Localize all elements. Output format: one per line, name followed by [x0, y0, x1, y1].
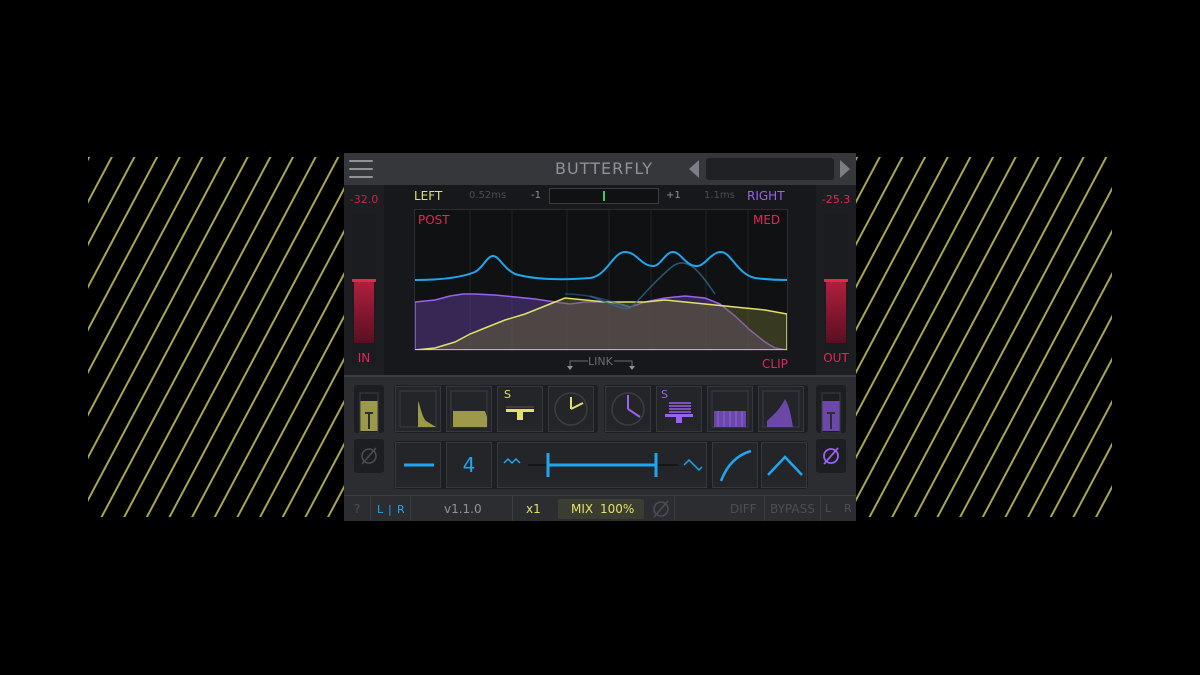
right-gain-slider-icon	[821, 392, 841, 434]
footer-divider	[674, 496, 675, 521]
input-meter-fill	[354, 281, 374, 343]
right-phase-invert[interactable]	[816, 439, 846, 473]
post-mode-label[interactable]: POST	[418, 213, 450, 227]
link-toggle[interactable]: LINK	[588, 355, 613, 368]
output-label: OUT	[823, 351, 849, 365]
right-gate-module[interactable]	[707, 386, 753, 432]
flat-line-icon	[404, 463, 434, 467]
channel-l-toggle[interactable]: L	[825, 502, 831, 515]
right-envelope-module[interactable]	[758, 386, 804, 432]
curve-shape-button[interactable]	[712, 442, 758, 488]
left-phase-invert-icon	[361, 447, 377, 465]
lr-left-toggle[interactable]: L	[377, 503, 383, 516]
right-solo-label: S	[661, 388, 668, 401]
envelope-shape-icon	[399, 390, 437, 428]
band-width-button[interactable]	[395, 442, 441, 488]
left-channel-gain[interactable]	[354, 385, 384, 434]
right-gate-shape-icon	[711, 390, 749, 428]
next-preset-icon[interactable]	[840, 160, 850, 178]
crossover-range-slider[interactable]	[497, 442, 707, 488]
bypass-toggle[interactable]: BYPASS	[770, 502, 815, 516]
previous-preset-icon[interactable]	[689, 160, 699, 178]
right-timing-module[interactable]	[605, 386, 651, 432]
footer-divider	[410, 496, 411, 521]
left-timing-module[interactable]	[548, 386, 594, 432]
footer-divider	[370, 496, 371, 521]
butterfly-plugin-window: BUTTERFLY -32.0 IN -25.3 OUT LEFT 0.52ms…	[344, 153, 856, 521]
version-label: v1.1.0	[444, 502, 482, 516]
footer-divider	[764, 496, 765, 521]
lr-right-toggle[interactable]: R	[397, 503, 405, 516]
right-phase-invert-icon	[823, 447, 839, 465]
curve-icon	[719, 449, 752, 482]
eq-spectrum-graph[interactable]	[414, 209, 788, 351]
module-area: S S 4	[344, 375, 856, 497]
band-count-selector[interactable]: 4	[446, 442, 492, 488]
peak-icon	[767, 455, 803, 476]
input-level-readout: -32.0	[349, 193, 379, 206]
right-solo-module[interactable]: S	[656, 386, 702, 432]
correlation-min-label: -1	[531, 190, 541, 201]
gate-shape-icon	[450, 390, 488, 428]
correlation-meter	[549, 188, 659, 204]
left-module-strip: S	[394, 385, 598, 433]
left-solo-label: S	[504, 388, 511, 401]
mix-value: 100%	[600, 502, 635, 516]
help-button[interactable]: ?	[354, 502, 360, 516]
oversample-selector[interactable]: x1	[526, 502, 541, 516]
right-channel-label[interactable]: RIGHT	[747, 189, 785, 203]
band-control-strip: 4	[394, 441, 808, 489]
title-bar: BUTTERFLY	[344, 153, 856, 185]
lr-separator: |	[388, 503, 392, 516]
right-stripe-decoration	[856, 157, 1112, 517]
footer-divider	[512, 496, 513, 521]
left-clock-icon	[554, 392, 588, 426]
right-delay-readout[interactable]: 1.1ms	[704, 190, 735, 201]
output-level-readout: -25.3	[821, 193, 851, 206]
global-phase-invert-icon[interactable]	[650, 499, 672, 519]
left-delay-readout[interactable]: 0.52ms	[469, 190, 506, 201]
right-clock-icon	[611, 392, 645, 426]
output-gain-handle[interactable]	[824, 279, 848, 282]
right-channel-gain[interactable]	[816, 385, 846, 434]
left-envelope-module[interactable]	[395, 386, 441, 432]
channel-r-toggle[interactable]: R	[844, 502, 852, 515]
output-meter-fill	[826, 281, 846, 343]
left-phase-invert[interactable]	[354, 439, 384, 473]
left-gain-slider-icon	[359, 392, 379, 434]
right-envelope-shape-icon	[762, 390, 800, 428]
right-module-strip: S	[604, 385, 808, 433]
correlation-max-label: +1	[666, 190, 681, 201]
correlation-indicator	[603, 191, 605, 201]
left-channel-label[interactable]: LEFT	[414, 189, 442, 203]
preset-selector[interactable]	[706, 158, 834, 180]
peak-shape-button[interactable]	[761, 442, 807, 488]
plugin-title: BUTTERFLY	[555, 159, 653, 178]
left-solo-module[interactable]: S	[497, 386, 543, 432]
spectrum-display	[414, 210, 788, 351]
mix-label: MIX	[571, 502, 594, 516]
input-gain-handle[interactable]	[352, 279, 376, 282]
left-stripe-decoration	[88, 157, 344, 517]
left-gate-module[interactable]	[446, 386, 492, 432]
output-meter-column: -25.3 OUT	[816, 185, 856, 375]
clip-indicator[interactable]: CLIP	[762, 357, 788, 371]
footer-bar: ? L | R v1.1.0 x1 MIX 100% DIFF BYPASS L…	[344, 495, 856, 521]
input-meter-column: -32.0 IN	[344, 185, 384, 375]
med-mode-label[interactable]: MED	[753, 213, 780, 227]
hamburger-menu-icon[interactable]	[349, 160, 373, 178]
input-label: IN	[357, 351, 371, 365]
crossover-slider-graphic	[503, 453, 703, 477]
spectrum-panel: LEFT 0.52ms -1 +1 1.1ms RIGHT POST MED L…	[384, 185, 816, 375]
footer-divider	[820, 496, 821, 521]
diff-toggle[interactable]: DIFF	[730, 502, 757, 516]
mix-control[interactable]: MIX 100%	[558, 499, 644, 519]
